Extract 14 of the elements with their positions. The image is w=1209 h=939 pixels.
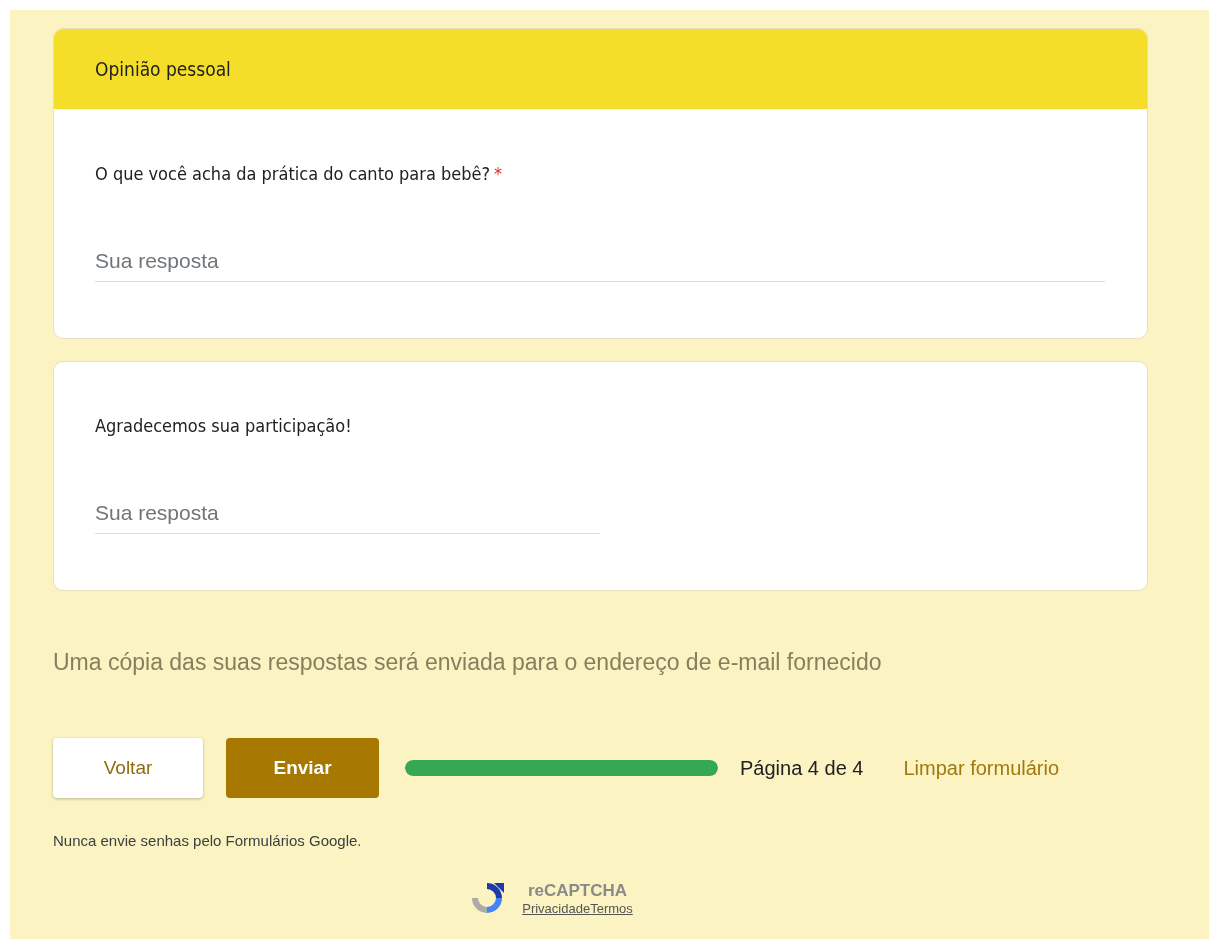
recaptcha-label: reCAPTCHA: [526, 880, 629, 901]
answer-field[interactable]: Sua resposta: [95, 495, 600, 534]
notice-text: Uma cópia das suas respostas será enviada para o endereço de e-mail fornecido: [53, 649, 883, 676]
question-text: Agradecemos sua participação!: [95, 415, 353, 436]
footer-link[interactable]: Termos: [590, 900, 633, 916]
clear-form-link[interactable]: Limpar formulário: [903, 756, 1060, 780]
password-warning: Nunca envie senhas pelo Formulários Google.: [53, 832, 363, 849]
footer-link[interactable]: Privacidade: [522, 900, 591, 916]
back-button[interactable]: Voltar: [53, 738, 203, 798]
section-title: Opinião pessoal: [54, 29, 1147, 109]
page-indicator: Página 4 de 4: [740, 756, 864, 780]
question-text: O que você acha da prática do canto para bebê? *: [95, 163, 504, 184]
answer-field[interactable]: Sua resposta: [95, 243, 1105, 282]
submit-button[interactable]: Enviar: [226, 738, 379, 798]
